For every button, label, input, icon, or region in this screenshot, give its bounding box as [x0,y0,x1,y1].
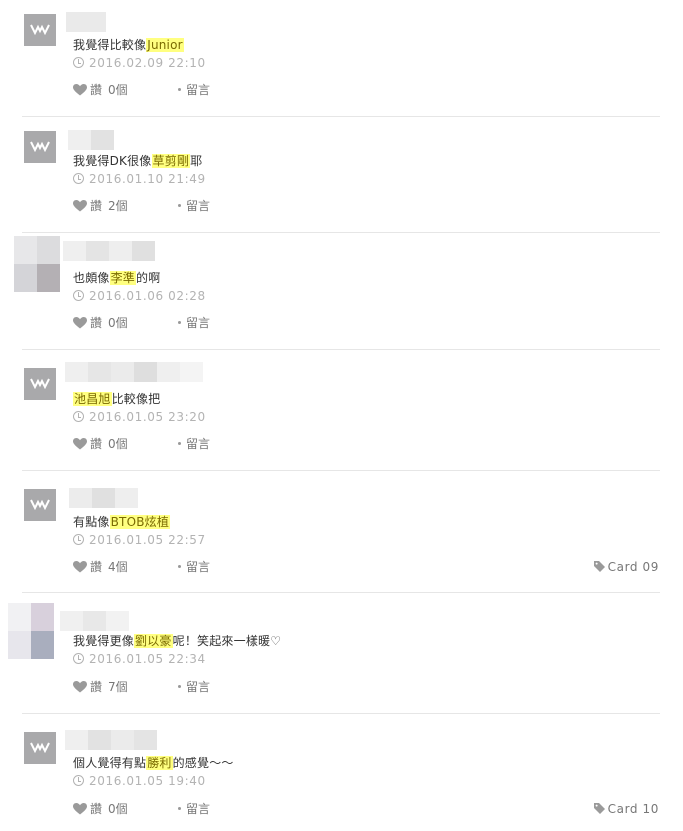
clock-icon [73,173,84,184]
comment-timestamp: 2016.01.05 22:57 [73,532,206,548]
comment-item: 個人覺得有點勝利的感覺～～ 2016.01.05 19:40 讚 0個 留言 Ca… [0,714,683,831]
default-avatar-icon [30,742,50,753]
highlighted-keyword: 草剪剛 [151,154,191,168]
comment-item: 有點像BTOB炫植 2016.01.05 22:57 讚 4個 留言 Card 0… [0,471,683,593]
heart-icon [73,438,87,450]
username-blurred[interactable] [66,12,106,32]
clock-icon [73,411,84,422]
comment-item: 池昌旭比較像把 2016.01.05 23:20 讚 0個 留言 [0,350,683,471]
default-avatar-icon [30,378,50,389]
comment-timestamp: 2016.01.10 21:49 [73,171,206,187]
comment-text: 我覺得DK很像草剪剛耶 [73,154,203,168]
bullet-dot-icon [178,807,181,810]
clock-icon [73,534,84,545]
avatar[interactable] [24,131,56,163]
like-button[interactable]: 讚 2個 [73,198,128,214]
reply-button[interactable]: 留言 [178,198,210,214]
avatar[interactable] [24,14,56,46]
default-avatar-icon [30,24,50,35]
comment-timestamp: 2016.02.09 22:10 [73,55,206,71]
comment-item: 我覺得比較像Junior 2016.02.09 22:10 讚 0個 留言 [0,0,683,117]
clock-icon [73,290,84,301]
comment-timestamp: 2016.01.05 22:34 [73,651,206,667]
heart-icon [73,200,87,212]
reply-button[interactable]: 留言 [178,82,210,98]
comment-timestamp: 2016.01.05 23:20 [73,409,206,425]
bullet-dot-icon [178,565,181,568]
heart-icon [73,681,87,693]
username-blurred[interactable] [60,611,129,631]
avatar[interactable] [24,489,56,521]
card-tag-link[interactable]: Card 10 [593,801,659,817]
reply-button[interactable]: 留言 [178,679,210,695]
card-tag-link[interactable]: Card 09 [593,559,659,575]
avatar[interactable] [24,368,56,400]
highlighted-keyword: 李準 [109,271,137,285]
like-button[interactable]: 讚 0個 [73,315,128,331]
comment-text: 我覺得更像劉以豪呢！笑起來一樣暖♡ [73,634,282,648]
bullet-dot-icon [178,321,181,324]
comment-thread: 我覺得比較像Junior 2016.02.09 22:10 讚 0個 留言 我覺得… [0,0,683,831]
like-button[interactable]: 讚 0個 [73,801,128,817]
highlighted-keyword: 池昌旭 [73,392,112,406]
comment-item: 也頗像李準的啊 2016.01.06 02:28 讚 0個 留言 [0,233,683,350]
like-button[interactable]: 讚 0個 [73,436,128,452]
username-blurred[interactable] [65,362,203,382]
heart-icon [73,803,87,815]
default-avatar-icon [30,499,50,510]
heart-icon [73,561,87,573]
like-button[interactable]: 讚 4個 [73,559,128,575]
comment-timestamp: 2016.01.05 19:40 [73,773,206,789]
username-blurred[interactable] [68,130,114,150]
highlighted-keyword: Junior [146,38,184,52]
heart-icon [73,317,87,329]
username-blurred[interactable] [63,241,155,261]
clock-icon [73,775,84,786]
clock-icon [73,57,84,68]
comment-text: 池昌旭比較像把 [73,392,161,406]
like-button[interactable]: 讚 0個 [73,82,128,98]
like-button[interactable]: 讚 7個 [73,679,128,695]
comment-text: 有點像BTOB炫植 [73,515,171,529]
avatar[interactable] [14,236,60,292]
bullet-dot-icon [178,88,181,91]
tag-icon [593,803,605,814]
tag-icon [593,561,605,572]
bullet-dot-icon [178,204,181,207]
comment-item: 我覺得DK很像草剪剛耶 2016.01.10 21:49 讚 2個 留言 [0,117,683,233]
avatar[interactable] [8,603,54,659]
clock-icon [73,653,84,664]
bullet-dot-icon [178,442,181,445]
reply-button[interactable]: 留言 [178,436,210,452]
comment-item: 我覺得更像劉以豪呢！笑起來一樣暖♡ 2016.01.05 22:34 讚 7個 留… [0,593,683,714]
highlighted-keyword: BTOB炫植 [109,515,171,529]
heart-icon [73,84,87,96]
reply-button[interactable]: 留言 [178,559,210,575]
bullet-dot-icon [178,685,181,688]
username-blurred[interactable] [69,488,138,508]
reply-button[interactable]: 留言 [178,315,210,331]
highlighted-keyword: 勝利 [146,756,173,770]
comment-text: 我覺得比較像Junior [73,38,184,52]
reply-button[interactable]: 留言 [178,801,210,817]
comment-timestamp: 2016.01.06 02:28 [73,288,206,304]
comment-text: 也頗像李準的啊 [73,271,161,285]
avatar[interactable] [24,732,56,764]
comment-text: 個人覺得有點勝利的感覺～～ [73,756,234,770]
default-avatar-icon [30,141,50,152]
highlighted-keyword: 劉以豪 [134,634,173,648]
username-blurred[interactable] [65,730,157,750]
